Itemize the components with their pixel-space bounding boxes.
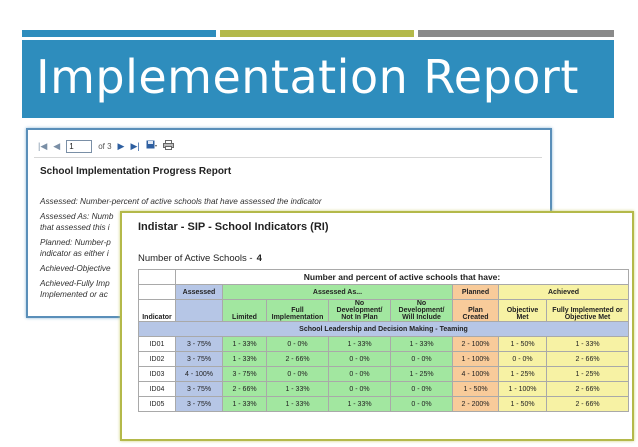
- table-cell: 1 - 33%: [222, 351, 267, 367]
- slide-title: Implementation Report: [36, 50, 579, 104]
- table-cell: 0 - 0%: [266, 336, 329, 352]
- table-cell: 0 - 0%: [328, 381, 391, 397]
- title-band: Implementation Report: [22, 40, 614, 118]
- indicators-report-panel: Indistar - SIP - School Indicators (RI) …: [120, 211, 634, 441]
- table-cell: 0 - 0%: [390, 381, 453, 397]
- group-assessed: Assessed: [175, 284, 223, 300]
- table-cell: 1 - 50%: [498, 396, 547, 412]
- table-cell: 3 - 75%: [175, 396, 223, 412]
- last-page-icon[interactable]: ▶|: [130, 141, 139, 152]
- accent-bar-gray: [418, 30, 614, 37]
- indicator-id-cell: ID05: [138, 396, 176, 412]
- indicator-id-cell: ID04: [138, 381, 176, 397]
- table-row: ID04 3 - 75% 2 - 66% 1 - 33% 0 - 0% 0 - 0% 1 -…: [138, 381, 629, 397]
- first-page-icon[interactable]: |◀: [38, 141, 47, 152]
- table-cell: 1 - 33%: [390, 336, 453, 352]
- table-cell: 1 - 33%: [266, 381, 329, 397]
- col-header-indicator: Indicator: [138, 299, 176, 322]
- table-cell: 2 - 200%: [452, 396, 499, 412]
- table-cell: 2 - 100%: [452, 336, 499, 352]
- table-cell: 0 - 0%: [328, 366, 391, 382]
- next-page-icon[interactable]: ▶: [118, 141, 125, 152]
- col-header-plan-created: Plan Created: [452, 299, 499, 322]
- prev-page-icon[interactable]: ◀: [53, 141, 60, 152]
- col-header-assessed: [175, 299, 223, 322]
- col-header-no-dev-not-in-plan: No Development/ Not In Plan: [328, 299, 391, 322]
- col-header-objective-met: Objective Met: [498, 299, 547, 322]
- table-row: ID05 3 - 75% 1 - 33% 1 - 33% 1 - 33% 0 - 0% 2 …: [138, 396, 629, 412]
- corner-cell: [138, 269, 176, 285]
- table-cell: 0 - 0%: [390, 351, 453, 367]
- table-cell: 0 - 0%: [266, 366, 329, 382]
- table-cell: 3 - 75%: [175, 351, 223, 367]
- indicators-table: Number and percent of active schools tha…: [138, 269, 629, 412]
- group-achieved: Achieved: [498, 284, 629, 300]
- active-schools: Number of Active Schools -4: [138, 253, 262, 264]
- accent-bars: [22, 30, 614, 37]
- indicator-id-cell: ID01: [138, 336, 176, 352]
- definition-line: Assessed: Number-percent of active schoo…: [40, 197, 322, 206]
- table-cell: 1 - 25%: [498, 366, 547, 382]
- active-schools-value: 4: [256, 253, 262, 264]
- col-header-fully-implemented: Fully Implemented or Objective Met: [546, 299, 629, 322]
- table-cell: 1 - 33%: [222, 336, 267, 352]
- active-schools-label: Number of Active Schools -: [138, 253, 253, 264]
- table-row: ID02 3 - 75% 1 - 33% 2 - 66% 0 - 0% 0 - 0% 1 -…: [138, 351, 629, 367]
- col-header-full: Full Implementation: [266, 299, 329, 322]
- report-toolbar: |◀ ◀ 1 of 3 ▶ ▶|: [38, 138, 174, 154]
- table-cell: 1 - 33%: [328, 336, 391, 352]
- indicators-report-title: Indistar - SIP - School Indicators (RI): [138, 221, 329, 233]
- accent-bar-olive: [220, 30, 414, 37]
- table-cell: 1 - 33%: [266, 396, 329, 412]
- group-planned: Planned: [452, 284, 499, 300]
- table-cell: 1 - 50%: [452, 381, 499, 397]
- page-number-input[interactable]: 1: [66, 139, 93, 153]
- save-icon[interactable]: [146, 140, 157, 152]
- corner-cell: [138, 284, 176, 300]
- col-header-no-dev-will-include: No Development/ Will Include: [390, 299, 453, 322]
- table-cell: 1 - 25%: [390, 366, 453, 382]
- table-cell: 1 - 50%: [498, 336, 547, 352]
- report-title: School Implementation Progress Report: [40, 166, 232, 177]
- table-row: ID03 4 - 100% 3 - 75% 0 - 0% 0 - 0% 1 - 25% 4 …: [138, 366, 629, 382]
- page-count-label: of 3: [98, 141, 112, 151]
- table-cell: 0 - 0%: [390, 396, 453, 412]
- table-cell: 2 - 66%: [266, 351, 329, 367]
- table-cell: 1 - 33%: [222, 396, 267, 412]
- col-header-limited: Limited: [222, 299, 267, 322]
- table-cell: 1 - 25%: [546, 366, 629, 382]
- indicator-id-cell: ID02: [138, 351, 176, 367]
- table-cell: 3 - 75%: [175, 336, 223, 352]
- table-cell: 1 - 33%: [546, 336, 629, 352]
- table-banner: Number and percent of active schools tha…: [175, 269, 629, 285]
- table-cell: 2 - 66%: [546, 396, 629, 412]
- table-row: ID01 3 - 75% 1 - 33% 0 - 0% 1 - 33% 1 - 33% 2 …: [138, 336, 629, 352]
- table-cell: 2 - 66%: [546, 351, 629, 367]
- indicator-id-cell: ID03: [138, 366, 176, 382]
- table-cell: 2 - 66%: [222, 381, 267, 397]
- accent-bar-blue: [22, 30, 216, 37]
- section-header: School Leadership and Decision Making - …: [138, 321, 629, 337]
- table-cell: 4 - 100%: [175, 366, 223, 382]
- table-cell: 1 - 100%: [498, 381, 547, 397]
- table-cell: 0 - 0%: [498, 351, 547, 367]
- toolbar-divider: [34, 157, 542, 158]
- table-cell: 2 - 66%: [546, 381, 629, 397]
- table-cell: 4 - 100%: [452, 366, 499, 382]
- table-cell: 3 - 75%: [222, 366, 267, 382]
- table-cell: 1 - 100%: [452, 351, 499, 367]
- table-cell: 1 - 33%: [328, 396, 391, 412]
- group-assessed-as: Assessed As...: [222, 284, 453, 300]
- table-cell: 0 - 0%: [328, 351, 391, 367]
- print-icon[interactable]: [162, 140, 174, 152]
- table-cell: 3 - 75%: [175, 381, 223, 397]
